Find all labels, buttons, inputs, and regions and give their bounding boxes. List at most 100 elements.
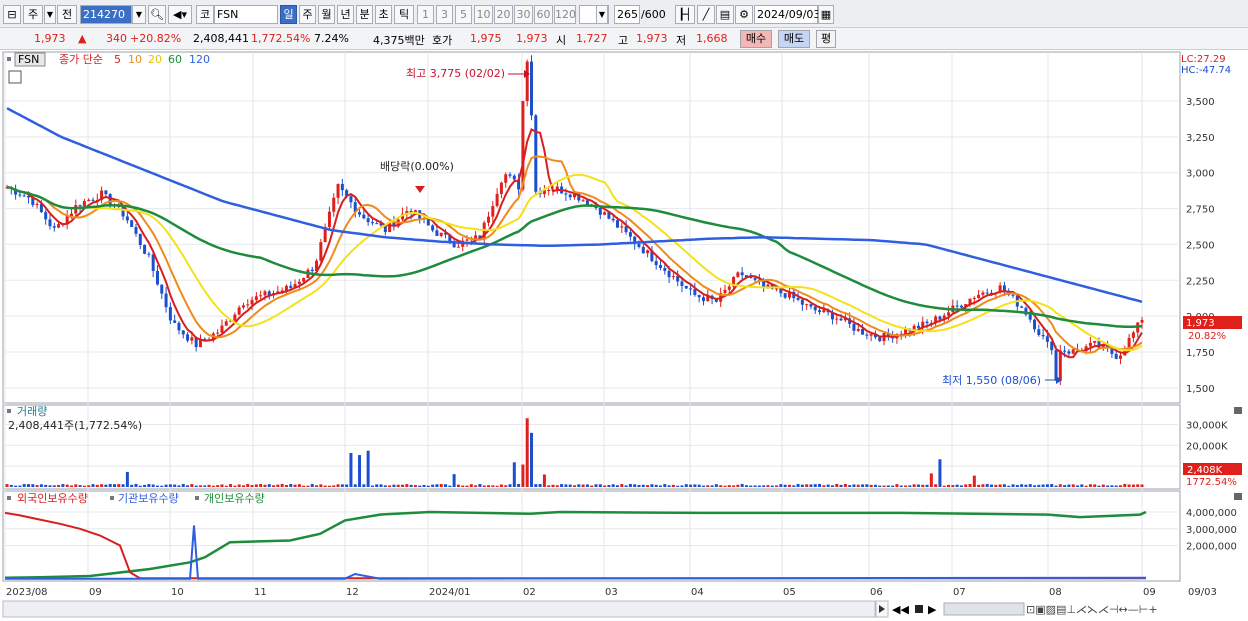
candle-body: [615, 220, 619, 228]
candle-body: [525, 61, 529, 102]
volume-bar: [465, 485, 469, 487]
tab-minute[interactable]: 분: [356, 5, 373, 24]
tab-year[interactable]: 년: [337, 5, 354, 24]
candle-body: [375, 223, 379, 225]
interval-30[interactable]: 30: [514, 5, 533, 24]
volume-bar: [194, 485, 198, 487]
volume-bar: [306, 485, 310, 487]
stock-name-field[interactable]: FSN: [214, 5, 278, 24]
volume-bar: [370, 485, 374, 487]
volume-bar: [302, 485, 306, 487]
interval-5[interactable]: 5: [455, 5, 472, 24]
candle-body: [534, 115, 538, 192]
draw-tool-icon[interactable]: ╱: [697, 5, 715, 24]
candle-body: [168, 307, 172, 321]
volume-bar: [1063, 485, 1067, 487]
candle-body: [1058, 350, 1062, 381]
candle-body: [822, 309, 826, 313]
volume-bar: [916, 484, 920, 487]
volume-bar: [577, 484, 581, 487]
buy-button[interactable]: 매수: [740, 30, 772, 48]
chart-scrollbar[interactable]: [2, 600, 876, 618]
chevron-down-icon[interactable]: ▼: [44, 5, 56, 24]
current-pct-tag: 20.82%: [1188, 331, 1226, 342]
speaker-icon[interactable]: ◀▾: [168, 5, 192, 24]
save-icon[interactable]: ▤: [716, 5, 734, 24]
volume-panel-close-icon[interactable]: [1234, 407, 1242, 414]
volume-bar: [461, 485, 465, 487]
tab-month[interactable]: 월: [318, 5, 335, 24]
holdings-panel-close-icon[interactable]: [1234, 493, 1242, 500]
candle-body: [224, 321, 228, 326]
volume-bar: [1114, 485, 1118, 487]
volume-bar: [130, 484, 134, 487]
calendar-icon[interactable]: ▦: [818, 5, 834, 24]
period-dropdown[interactable]: 주: [23, 5, 43, 24]
interval-120[interactable]: 120: [554, 5, 576, 24]
candle-body: [938, 316, 942, 320]
volume-bar: [934, 484, 938, 487]
volume-bar: [1080, 484, 1084, 487]
stop-icon[interactable]: [915, 605, 923, 613]
candle-body: [297, 281, 301, 285]
candle-body: [1028, 314, 1032, 320]
volume-bar: [87, 485, 91, 487]
volume-bar: [856, 484, 860, 487]
grid-toggle-icon[interactable]: [8, 70, 22, 84]
zoom-slider[interactable]: [943, 602, 1025, 616]
search-icon[interactable]: 🔍︎: [148, 5, 166, 24]
interval-10[interactable]: 10: [474, 5, 493, 24]
interval-20[interactable]: 20: [494, 5, 513, 24]
volume-bar: [615, 485, 619, 487]
play-icon[interactable]: ▶: [928, 603, 937, 616]
tab-day[interactable]: 일: [280, 5, 297, 24]
candle-body: [78, 205, 82, 207]
candle-body: [284, 285, 288, 291]
code-dropdown-icon[interactable]: ▼: [132, 5, 146, 24]
volume-bar: [598, 484, 602, 487]
x-right-label: 09/03: [1188, 587, 1217, 598]
stock-chart[interactable]: 3,5003,2503,0002,7502,5002,2502,0001,750…: [0, 50, 1248, 621]
x-tick-label: 08: [1049, 587, 1062, 598]
volume-bar: [990, 484, 994, 487]
eval-button[interactable]: 평: [816, 30, 836, 48]
candle-body: [671, 276, 675, 278]
ma-legend-10: 10: [128, 53, 142, 66]
candle-body: [289, 285, 293, 288]
interval-dropdown-icon[interactable]: ▼: [596, 5, 608, 24]
volume-bar: [1067, 484, 1071, 487]
volume-bar: [164, 484, 168, 487]
tab-second[interactable]: 초: [375, 5, 392, 24]
volume-bar: [448, 485, 452, 487]
tab-tick[interactable]: 틱: [394, 5, 414, 24]
ma-legend-5: 5: [114, 53, 121, 66]
candle-body: [302, 277, 306, 282]
candle-body: [680, 281, 684, 286]
volume-bar: [332, 485, 336, 487]
candle-body: [327, 211, 331, 228]
turnover-rate: 7.24%: [314, 32, 349, 45]
volume-bar: [229, 484, 233, 487]
candle-body: [676, 276, 680, 282]
sell-button[interactable]: 매도: [778, 30, 810, 48]
chart-window-icon[interactable]: ⊟: [3, 5, 21, 24]
prev-button[interactable]: 전: [57, 5, 77, 24]
gear-icon[interactable]: ⚙: [735, 5, 753, 24]
volume-bar: [805, 484, 809, 487]
drawing-tools-icon[interactable]: ⊡▣▨▤⊥⋌⋋⋌⊣↔—⊢+: [1026, 603, 1158, 616]
interval-60[interactable]: 60: [534, 5, 553, 24]
interval-1[interactable]: 1: [417, 5, 434, 24]
count-input[interactable]: 265: [614, 5, 640, 24]
date-input[interactable]: 2024/09/03: [754, 5, 820, 24]
volume-bar: [5, 484, 9, 487]
volume-bar: [18, 485, 22, 487]
candle-body: [693, 289, 697, 296]
volume-bar: [220, 484, 224, 487]
candle-icon[interactable]: ┠┤: [675, 5, 695, 24]
stock-code-input[interactable]: 214270: [80, 5, 132, 24]
volume-bar: [779, 484, 783, 487]
tab-week[interactable]: 주: [299, 5, 316, 24]
volume-bar: [564, 484, 568, 487]
institution-holdings-legend: 기관보유수량: [118, 492, 179, 505]
interval-3[interactable]: 3: [436, 5, 453, 24]
